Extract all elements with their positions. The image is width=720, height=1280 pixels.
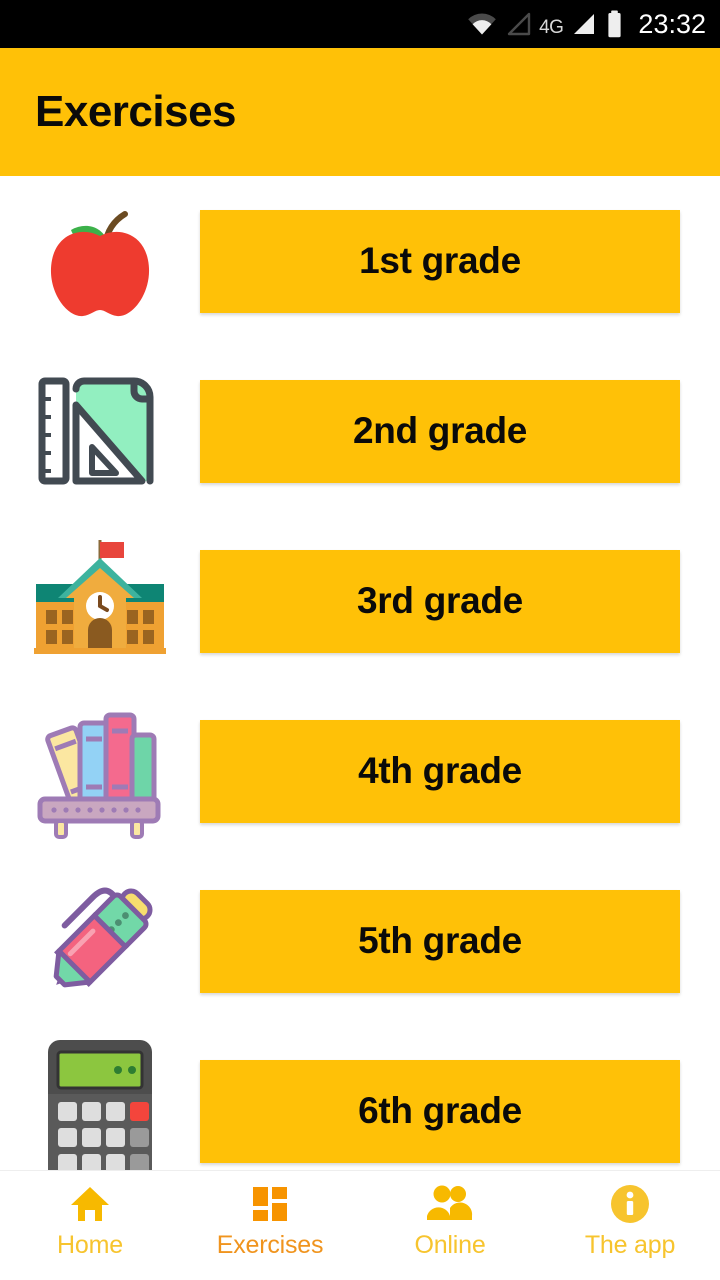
status-bar-clock: 23:32 bbox=[638, 8, 706, 39]
grade-button-label: 4th grade bbox=[358, 750, 522, 791]
grade-button[interactable]: 5th grade bbox=[200, 889, 680, 993]
app-bar: Exercises bbox=[0, 48, 720, 176]
grade-row: 6th grade bbox=[0, 1026, 720, 1170]
books-shelf-icon bbox=[0, 686, 200, 856]
grade-list-scroll-area[interactable]: 1st grade 2nd grade 3rd grade 4th grade … bbox=[0, 176, 720, 1170]
nav-item-online[interactable]: Online bbox=[360, 1181, 540, 1258]
wifi-icon bbox=[467, 11, 497, 37]
info-icon bbox=[608, 1181, 652, 1227]
nav-label-exercises: Exercises bbox=[216, 1231, 324, 1259]
grade-button-label: 6th grade bbox=[358, 1090, 522, 1131]
signal-filled-icon bbox=[571, 11, 597, 37]
app-root: 4G 23:32 Exercises 1st grade 2nd grade 3… bbox=[0, 0, 720, 1280]
grade-button[interactable]: 3rd grade bbox=[200, 549, 680, 653]
grade-row: 4th grade bbox=[0, 686, 720, 856]
grade-button-label: 5th grade bbox=[358, 920, 522, 961]
grade-row: 3rd grade bbox=[0, 516, 720, 686]
network-type-label: 4G bbox=[539, 17, 564, 38]
battery-icon bbox=[606, 10, 623, 38]
grade-button[interactable]: 2nd grade bbox=[200, 379, 680, 483]
people-icon bbox=[425, 1181, 475, 1227]
grade-button[interactable]: 1st grade bbox=[200, 209, 680, 313]
nav-label-the-app: The app bbox=[584, 1231, 676, 1259]
ruler-triangle-icon bbox=[0, 346, 200, 516]
pen-icon bbox=[0, 856, 200, 1026]
grade-button[interactable]: 4th grade bbox=[200, 719, 680, 823]
status-bar-icons: 4G 23:32 bbox=[467, 10, 706, 38]
school-building-icon bbox=[0, 516, 200, 686]
calculator-icon bbox=[0, 1026, 200, 1170]
nav-label-online: Online bbox=[414, 1231, 486, 1259]
bottom-navigation-bar: Home Exercises Online The app bbox=[0, 1170, 720, 1280]
grade-button-label: 1st grade bbox=[359, 240, 521, 281]
grade-button[interactable]: 6th grade bbox=[200, 1059, 680, 1163]
nav-label-home: Home bbox=[57, 1231, 123, 1259]
grade-row: 2nd grade bbox=[0, 346, 720, 516]
grade-button-label: 2nd grade bbox=[352, 410, 528, 451]
apple-icon bbox=[0, 176, 200, 346]
home-icon bbox=[68, 1181, 112, 1227]
nav-item-the-app[interactable]: The app bbox=[540, 1181, 720, 1258]
nav-item-home[interactable]: Home bbox=[0, 1181, 180, 1258]
status-bar: 4G 23:32 bbox=[0, 0, 720, 48]
grade-list: 1st grade 2nd grade 3rd grade 4th grade … bbox=[0, 176, 720, 1170]
nav-item-exercises[interactable]: Exercises bbox=[180, 1181, 360, 1258]
grade-row: 1st grade bbox=[0, 176, 720, 346]
grade-row: 5th grade bbox=[0, 856, 720, 1026]
grid-icon bbox=[248, 1181, 292, 1227]
page-title: Exercises bbox=[35, 87, 237, 136]
signal-empty-icon bbox=[506, 11, 532, 37]
grade-button-label: 3rd grade bbox=[357, 580, 523, 621]
